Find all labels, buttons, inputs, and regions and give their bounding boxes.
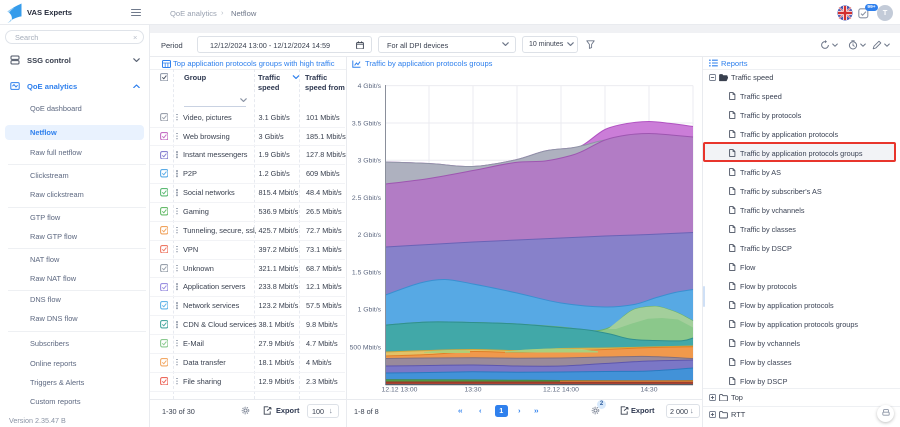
svg-text:1 Gbit/s: 1 Gbit/s	[358, 307, 382, 314]
svg-text:3.5 Gbit/s: 3.5 Gbit/s	[352, 120, 382, 127]
svg-text:2.5 Gbit/s: 2.5 Gbit/s	[352, 195, 382, 202]
svg-text:12.12 13:00: 12.12 13:00	[382, 387, 418, 394]
svg-text:2 Gbit/s: 2 Gbit/s	[358, 232, 382, 239]
svg-text:1.5 Gbit/s: 1.5 Gbit/s	[352, 269, 382, 276]
svg-text:3 Gbit/s: 3 Gbit/s	[358, 158, 382, 165]
svg-text:13:30: 13:30	[464, 387, 481, 394]
svg-text:12.12 14:00: 12.12 14:00	[543, 387, 579, 394]
svg-text:4 Gbit/s: 4 Gbit/s	[358, 83, 382, 90]
svg-text:500 Mbit/s: 500 Mbit/s	[350, 344, 382, 351]
svg-text:14:30: 14:30	[640, 387, 657, 394]
